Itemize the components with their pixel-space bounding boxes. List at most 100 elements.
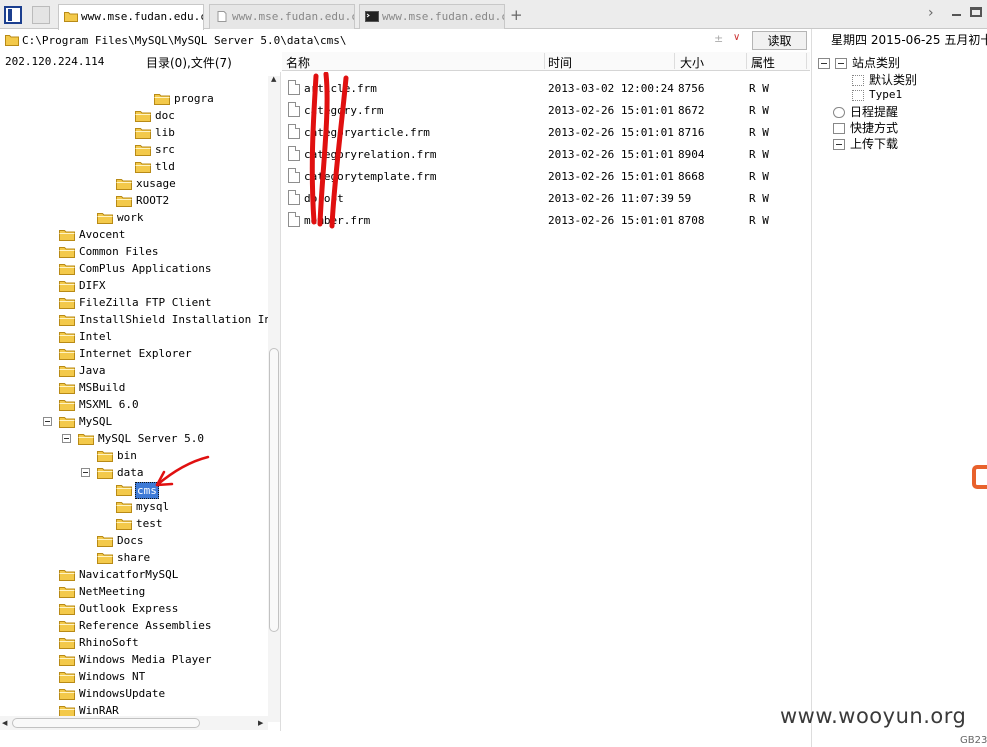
tree-node[interactable]: src: [135, 142, 176, 159]
column-attr[interactable]: 属性: [751, 54, 775, 71]
tree-node[interactable]: ROOT2: [116, 193, 170, 210]
annotation-arrow: [155, 455, 210, 487]
tree-node[interactable]: NetMeeting: [59, 584, 146, 601]
tree-node[interactable]: ComPlus Applications: [59, 261, 212, 278]
tree-node[interactable]: RhinoSoft: [59, 635, 140, 652]
scroll-left-arrow[interactable]: ◀: [2, 719, 7, 727]
tree-node[interactable]: doc: [135, 108, 176, 125]
tree-node[interactable]: DIFX: [59, 278, 107, 295]
tree-node[interactable]: Windows Media Player: [59, 652, 212, 669]
read-button[interactable]: 读取: [752, 31, 807, 50]
tree-node[interactable]: Java: [59, 363, 107, 380]
tree-node-label: progra: [174, 92, 214, 105]
tree-node[interactable]: lib: [135, 125, 176, 142]
minimize-icon[interactable]: [952, 14, 961, 16]
tree-node[interactable]: MySQL Server 5.0: [78, 431, 205, 448]
schedule-node[interactable]: 日程提醒: [833, 103, 898, 120]
column-size[interactable]: 大小: [680, 54, 704, 71]
tree-node-label: Windows Media Player: [79, 653, 212, 666]
tree-node[interactable]: test: [116, 516, 164, 533]
tree-hscroll-thumb[interactable]: [12, 718, 200, 728]
file-time: 2013-02-26 11:07:39: [548, 192, 674, 205]
shortcuts-node[interactable]: 快捷方式: [833, 119, 898, 136]
default-category-node[interactable]: 默认类别: [852, 71, 917, 88]
folder-icon: [59, 621, 75, 632]
column-time[interactable]: 时间: [548, 54, 572, 71]
collapse-icon[interactable]: [818, 58, 830, 69]
folder-icon: [116, 485, 132, 496]
tree-node[interactable]: Outlook Express: [59, 601, 179, 618]
site-category-node[interactable]: 站点类别: [818, 54, 900, 71]
tree-node[interactable]: Internet Explorer: [59, 346, 193, 363]
tree-node-label: tld: [155, 160, 175, 173]
path-input[interactable]: [22, 32, 750, 49]
tree-node-label: Avocent: [79, 228, 126, 241]
folder-icon: [5, 35, 19, 46]
tree-node[interactable]: progra: [154, 91, 215, 108]
tree-node[interactable]: NavicatforMySQL: [59, 567, 179, 584]
file-attr: R W: [749, 148, 769, 161]
tree-node[interactable]: Common Files: [59, 244, 159, 261]
path-toggle-button[interactable]: ±: [714, 32, 723, 45]
collapse-icon[interactable]: [81, 468, 90, 477]
file-attr: R W: [749, 214, 769, 227]
collapse-icon[interactable]: [62, 434, 71, 443]
tab-2[interactable]: www.mse.fudan.edu.cn: [209, 4, 355, 29]
file-size: 8716: [678, 126, 705, 139]
tab-3-label: www.mse.fudan.edu.cn: [382, 10, 505, 23]
tree-node-label: test: [136, 517, 163, 530]
tree-node[interactable]: FileZilla FTP Client: [59, 295, 212, 312]
collapse-icon[interactable]: [43, 417, 52, 426]
tree-node[interactable]: MySQL: [59, 414, 113, 431]
category-icon: [852, 89, 864, 101]
folder-icon: [59, 570, 75, 581]
tree-node[interactable]: Docs: [97, 533, 145, 550]
folder-icon: [78, 434, 94, 445]
tree-node[interactable]: xusage: [116, 176, 177, 193]
folder-icon: [135, 111, 151, 122]
tree-node[interactable]: MSXML 6.0: [59, 397, 140, 414]
tree-node[interactable]: Reference Assemblies: [59, 618, 212, 635]
shortcuts-label: 快捷方式: [850, 121, 899, 135]
maximize-icon[interactable]: [970, 7, 982, 17]
schedule-label: 日程提醒: [850, 105, 899, 119]
side-badge-icon: [972, 465, 987, 489]
tree-node[interactable]: Windows NT: [59, 669, 146, 686]
tree-node[interactable]: data: [97, 465, 145, 482]
tree-node[interactable]: tld: [135, 159, 176, 176]
path-dropdown-button[interactable]: ∨: [733, 32, 740, 43]
new-tab-button[interactable]: +: [510, 6, 523, 24]
tree-node-label: DIFX: [79, 279, 106, 292]
tree-node[interactable]: share: [97, 550, 151, 567]
tree-node[interactable]: InstallShield Installation Info: [59, 312, 280, 329]
tree-node[interactable]: work: [97, 210, 145, 227]
scroll-up-arrow[interactable]: ▲: [271, 75, 276, 83]
session-icon[interactable]: [32, 6, 50, 24]
tree-node-label: share: [117, 551, 151, 564]
file-size: 8708: [678, 214, 705, 227]
tree-scroll-thumb[interactable]: [269, 348, 279, 632]
tree-node[interactable]: mysql: [116, 499, 170, 516]
file-time: 2013-02-26 15:01:01: [548, 104, 674, 117]
tab-1[interactable]: www.mse.fudan.edu.cn: [58, 4, 204, 30]
tree-node[interactable]: Avocent: [59, 227, 126, 244]
category-box-icon: [835, 58, 847, 69]
upload-download-node[interactable]: 上传下载: [833, 135, 898, 152]
app-logo-icon[interactable]: [4, 6, 22, 24]
tree-node-label: MSXML 6.0: [79, 398, 139, 411]
scroll-right-arrow[interactable]: ▶: [258, 719, 263, 727]
column-name[interactable]: 名称: [286, 54, 310, 71]
tree-node[interactable]: WindowsUpdate: [59, 686, 166, 703]
tab-3[interactable]: www.mse.fudan.edu.cn: [359, 4, 505, 29]
tree-node-label: Windows NT: [79, 670, 146, 683]
file-size: 8904: [678, 148, 705, 161]
tab-scroll-right-button[interactable]: ›: [928, 5, 934, 21]
tree-node[interactable]: MSBuild: [59, 380, 126, 397]
tree-node[interactable]: bin: [97, 448, 138, 465]
clock-icon: [833, 107, 845, 118]
type1-node[interactable]: Type1: [852, 88, 902, 101]
file-size: 8672: [678, 104, 705, 117]
tree-node[interactable]: Intel: [59, 329, 113, 346]
folder-icon: [59, 400, 75, 411]
document-icon: [217, 11, 227, 22]
